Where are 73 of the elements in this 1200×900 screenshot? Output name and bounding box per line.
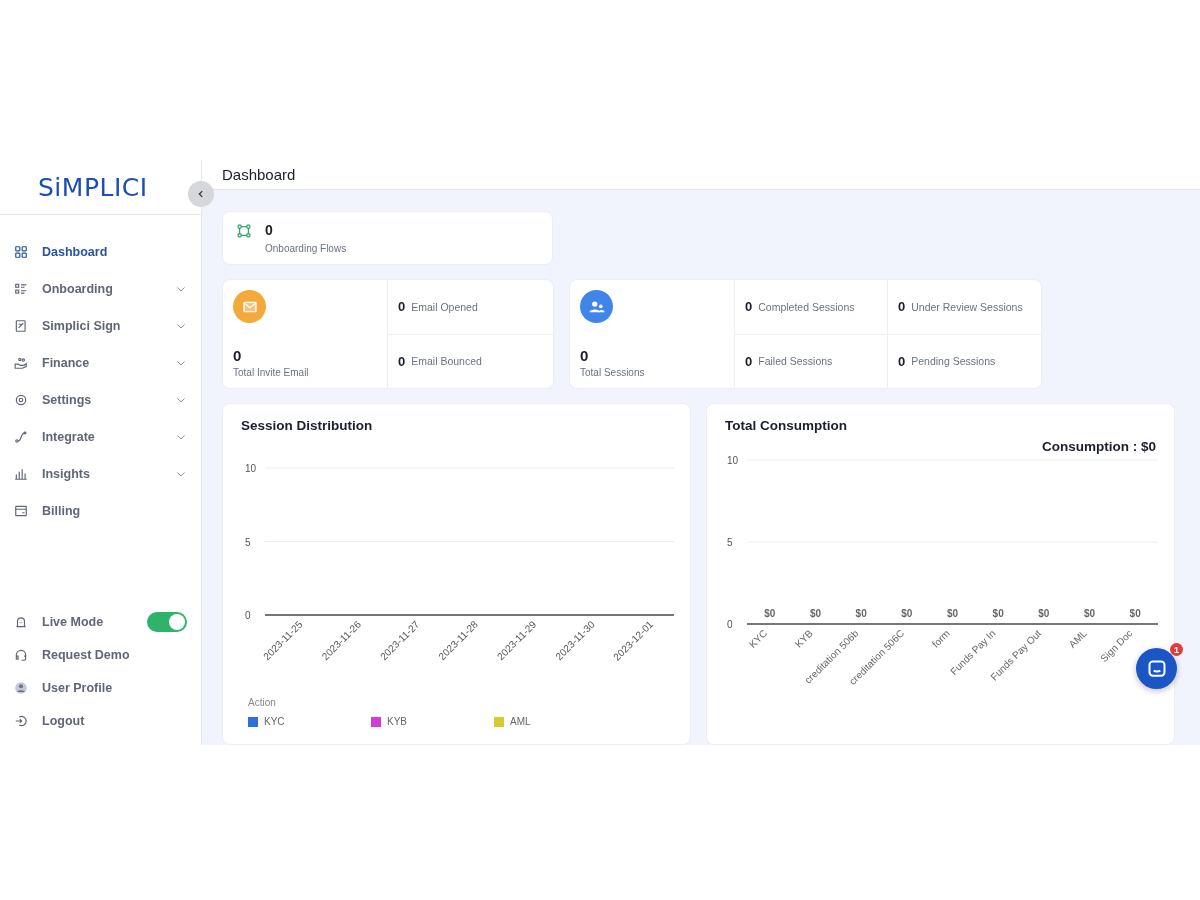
data-label: $0 bbox=[764, 608, 776, 619]
grid-icon bbox=[14, 244, 28, 259]
sidebar-item[interactable]: Simplici Sign bbox=[0, 307, 201, 344]
axis-tick-label: 5 bbox=[245, 536, 251, 548]
sidebar-label: Live Mode bbox=[42, 614, 105, 629]
axis-label: form bbox=[930, 627, 952, 650]
logo: SiMPLICI bbox=[38, 172, 148, 202]
sidebar-item[interactable]: Finance bbox=[0, 344, 201, 381]
stat-value: 0 bbox=[398, 353, 406, 369]
stat-label: Failed Sessions bbox=[758, 355, 833, 368]
data-label: $0 bbox=[809, 608, 822, 619]
card-icon bbox=[14, 503, 28, 518]
consumption-total: Consumption : $0 bbox=[1041, 439, 1156, 454]
sidebar-item[interactable]: Onboarding bbox=[0, 270, 201, 307]
stat-label: Completed Sessions bbox=[758, 300, 855, 313]
chart-title: Session Distribution bbox=[241, 418, 374, 433]
users-icon bbox=[580, 290, 613, 323]
data-label: $0 bbox=[855, 608, 867, 619]
route-icon bbox=[14, 429, 28, 444]
stat-value: 0 bbox=[898, 299, 906, 315]
stat-value: 0 bbox=[398, 299, 406, 315]
stat-value: 0 bbox=[265, 222, 274, 238]
axis-tick-label: 5 bbox=[727, 537, 733, 548]
data-label: $0 bbox=[946, 608, 959, 619]
logout-icon bbox=[14, 713, 28, 728]
axis-tick-label: 10 bbox=[245, 463, 257, 474]
sidebar-item[interactable]: Dashboard bbox=[0, 233, 201, 270]
axis-label: AML bbox=[1066, 627, 1089, 650]
flow-icon bbox=[237, 224, 251, 238]
hand-coins-icon bbox=[14, 355, 28, 370]
sidebar-item[interactable]: Logout bbox=[0, 704, 201, 737]
stat-label: Total Invite Email bbox=[233, 367, 310, 378]
chart-title: Total Consumption bbox=[725, 418, 848, 433]
data-label: $0 bbox=[1083, 608, 1096, 619]
document-edit-icon bbox=[14, 318, 28, 333]
stat-label: Email Opened bbox=[411, 300, 478, 313]
stat-label: Total Sessions bbox=[580, 367, 646, 378]
sidebar-item[interactable]: Settings bbox=[0, 381, 201, 418]
bar-chart-icon bbox=[14, 466, 28, 481]
stat-label: Pending Sessions bbox=[911, 355, 996, 368]
stat-value: 0 bbox=[745, 353, 753, 369]
stat-label: Under Review Sessions bbox=[911, 300, 1023, 313]
axis-tick-label: 0 bbox=[245, 610, 251, 621]
legend-label: KYC bbox=[264, 716, 285, 727]
legend-label: KYB bbox=[387, 716, 407, 727]
stat-value: 0 bbox=[745, 299, 753, 315]
data-label: $0 bbox=[992, 608, 1004, 619]
axis-tick-label: 10 bbox=[727, 455, 739, 466]
stat-label: Onboarding Flows bbox=[265, 243, 347, 254]
data-label: $0 bbox=[901, 608, 913, 619]
list-icon bbox=[14, 281, 28, 296]
data-label: $0 bbox=[1129, 608, 1141, 619]
sidebar-item[interactable]: Insights bbox=[0, 455, 201, 492]
sidebar-item[interactable]: Request Demo bbox=[0, 638, 201, 671]
chevron-left-icon bbox=[196, 189, 206, 199]
axis-label: Sign Doc bbox=[1098, 627, 1135, 665]
page-title: Dashboard bbox=[222, 166, 296, 183]
sidebar-item[interactable]: Integrate bbox=[0, 418, 201, 455]
stat-label: Email Bounced bbox=[411, 355, 482, 368]
headset-icon bbox=[14, 647, 28, 662]
user-avatar-icon bbox=[14, 680, 28, 695]
stat-value: 0 bbox=[233, 347, 243, 364]
stat-value: 0 bbox=[580, 347, 590, 364]
envelope-icon bbox=[233, 290, 266, 323]
chat-icon bbox=[1146, 658, 1167, 679]
sidebar-item[interactable]: User Profile bbox=[0, 671, 201, 704]
toggle-switch[interactable] bbox=[147, 611, 187, 632]
legend-label: AML bbox=[510, 716, 531, 727]
axis-tick-label: 0 bbox=[727, 619, 733, 630]
stat-value: 0 bbox=[898, 353, 906, 369]
data-label: $0 bbox=[1038, 608, 1050, 619]
sidebar-item[interactable]: Billing bbox=[0, 492, 201, 529]
legend-title: Action bbox=[248, 697, 277, 708]
